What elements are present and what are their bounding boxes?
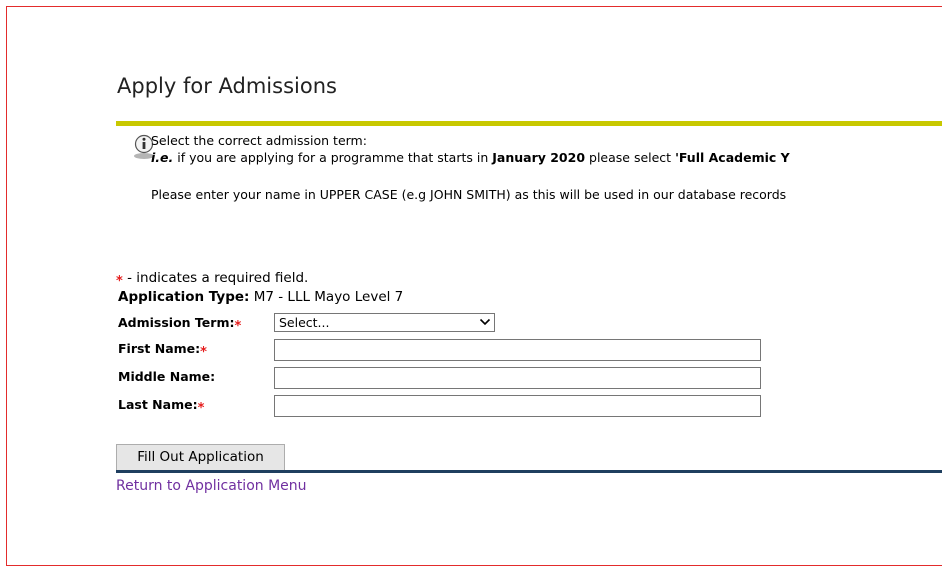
last-name-label-text: Last Name: (118, 397, 198, 412)
middle-name-input[interactable] (274, 367, 761, 389)
middle-name-label: Middle Name: (118, 369, 216, 384)
info-example-text-c: please select (585, 150, 676, 165)
asterisk-icon: * (200, 345, 207, 360)
title-divider (116, 121, 942, 126)
application-type: Application Type: M7 - LLL Mayo Level 7 (118, 289, 403, 305)
required-field-note: * - indicates a required field. (116, 270, 308, 289)
admission-term-label: Admission Term:* (118, 315, 241, 334)
asterisk-icon: * (197, 401, 205, 416)
info-example-month: January 2020 (492, 150, 586, 165)
last-name-label: Last Name:* (118, 397, 204, 416)
fill-out-application-button[interactable]: Fill Out Application (116, 444, 285, 471)
admission-term-select[interactable]: Select... (274, 313, 495, 332)
application-type-label: Application Type: (118, 289, 250, 305)
first-name-label-text: First Name: (118, 341, 201, 356)
first-name-input[interactable] (274, 339, 761, 361)
chevron-down-icon (479, 318, 491, 326)
last-name-input[interactable] (274, 395, 761, 417)
info-example: i.e. if you are applying for a programme… (151, 150, 790, 165)
info-name-instruction: Please enter your name in UPPER CASE (e.… (151, 187, 787, 202)
first-name-label: First Name:* (118, 341, 207, 360)
asterisk-icon: * (116, 274, 123, 289)
info-instruction: Select the correct admission term: (151, 133, 367, 148)
admission-term-label-text: Admission Term: (118, 315, 235, 330)
info-example-prefix: i.e. (151, 150, 174, 165)
application-type-value: M7 - LLL Mayo Level 7 (249, 289, 404, 305)
admission-term-selected-value: Select... (279, 315, 330, 330)
page-content: Apply for Admissions Select the correct … (7, 7, 942, 558)
info-example-text-a: if you are applying for a programme that… (173, 150, 493, 165)
info-example-term: 'Full Academic Y (675, 150, 790, 165)
return-to-application-menu-link[interactable]: Return to Application Menu (116, 478, 307, 494)
bottom-divider (116, 470, 942, 473)
asterisk-icon: * (234, 319, 242, 334)
page-title: Apply for Admissions (117, 74, 337, 98)
required-field-note-text: - indicates a required field. (122, 270, 309, 286)
